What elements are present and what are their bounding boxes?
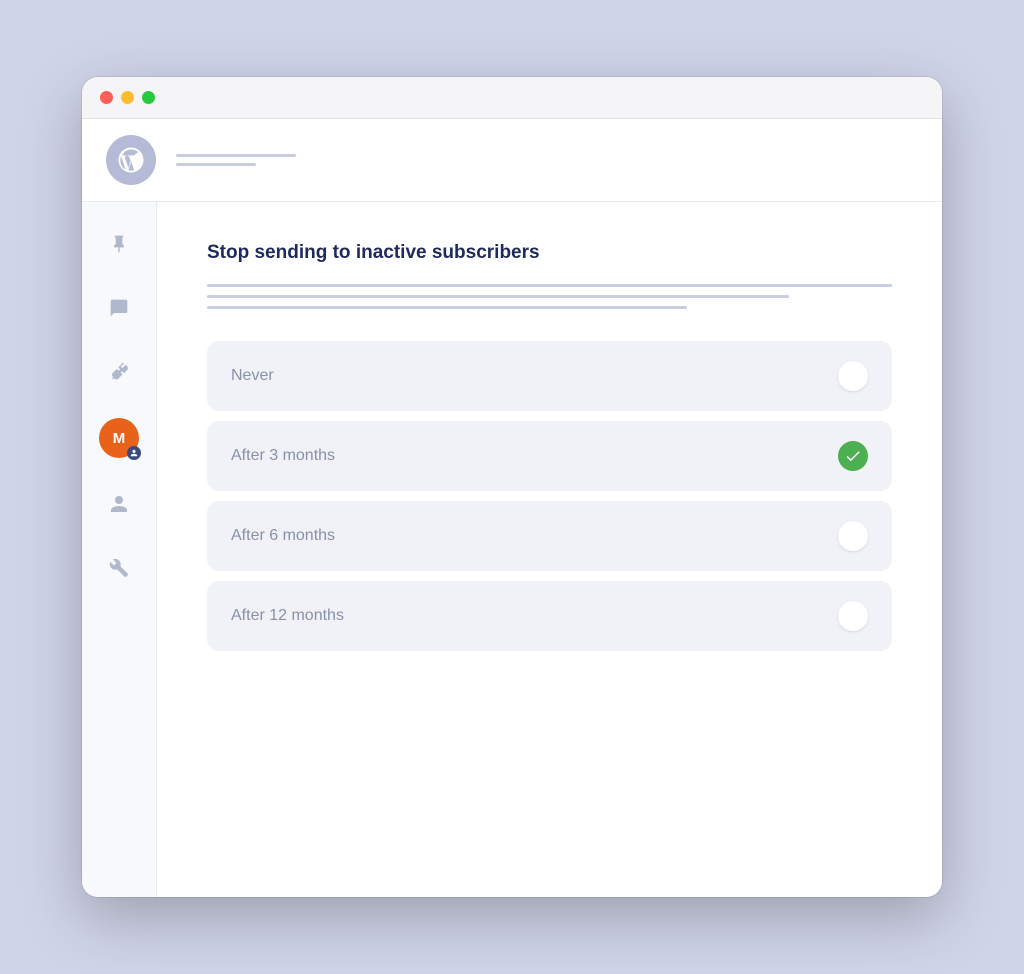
titlebar (82, 77, 942, 119)
option-12months-label: After 12 months (231, 607, 344, 625)
minimize-button[interactable] (121, 91, 134, 104)
sidebar-item-settings[interactable] (101, 550, 137, 586)
sidebar-item-comment[interactable] (101, 290, 137, 326)
option-12months[interactable]: After 12 months (207, 581, 892, 651)
sidebar-item-user[interactable] (101, 486, 137, 522)
description-lines (207, 284, 892, 309)
main-content: Stop sending to inactive subscribers Nev… (157, 202, 942, 897)
close-button[interactable] (100, 91, 113, 104)
avatar-initial: M (113, 430, 126, 447)
main-layout: M Stop sending to inactive su (82, 202, 942, 897)
option-never-radio[interactable] (838, 361, 868, 391)
option-never-label: Never (231, 367, 274, 385)
top-bar (82, 119, 942, 202)
option-3months[interactable]: After 3 months (207, 421, 892, 491)
option-6months-radio[interactable] (838, 521, 868, 551)
options-list: Never After 3 months After 6 months (207, 341, 892, 651)
wp-logo (106, 135, 156, 185)
header-line-1 (176, 154, 296, 157)
wordpress-icon (116, 145, 146, 175)
app-window: M Stop sending to inactive su (82, 77, 942, 897)
user-avatar[interactable]: M (99, 418, 139, 458)
header-lines (176, 154, 296, 166)
check-icon (844, 447, 862, 465)
option-3months-label: After 3 months (231, 447, 335, 465)
option-never[interactable]: Never (207, 341, 892, 411)
header-line-2 (176, 163, 256, 166)
avatar-badge (127, 446, 141, 460)
option-6months-label: After 6 months (231, 527, 335, 545)
sidebar-item-pin[interactable] (101, 226, 137, 262)
section-title: Stop sending to inactive subscribers (207, 242, 892, 264)
desc-line-2 (207, 295, 789, 298)
desc-line-3 (207, 306, 687, 309)
option-12months-radio[interactable] (838, 601, 868, 631)
sidebar: M (82, 202, 157, 897)
desc-line-1 (207, 284, 892, 287)
sidebar-item-wrench[interactable] (101, 354, 137, 390)
option-3months-radio[interactable] (838, 441, 868, 471)
option-6months[interactable]: After 6 months (207, 501, 892, 571)
maximize-button[interactable] (142, 91, 155, 104)
